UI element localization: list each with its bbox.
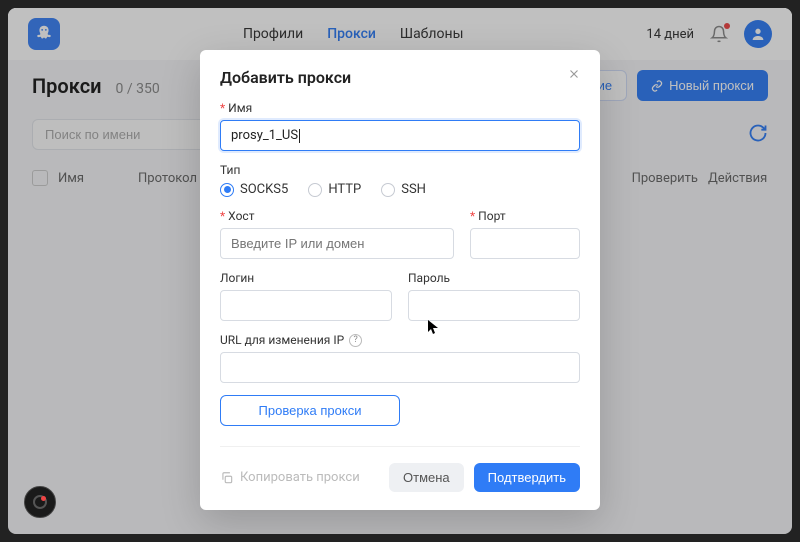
port-input[interactable] [470,228,580,259]
copy-proxy-button: Копировать прокси [220,470,360,485]
confirm-button[interactable]: Подтвердить [474,463,580,492]
host-label: *Хост [220,209,454,223]
login-label: Логин [220,271,392,285]
name-label: *Имя [220,101,580,115]
modal-overlay: Добавить прокси *Имя prosy_1_US Тип SOCK… [8,8,792,534]
password-label: Пароль [408,271,580,285]
type-label: Тип [220,163,580,177]
help-fab[interactable] [24,486,56,518]
close-icon[interactable] [564,64,584,84]
radio-ssh[interactable]: SSH [381,182,426,197]
help-icon[interactable]: ? [349,334,362,347]
radio-http[interactable]: HTTP [308,182,361,197]
check-proxy-button[interactable]: Проверка прокси [220,395,400,426]
cancel-button[interactable]: Отмена [389,463,464,492]
add-proxy-modal: Добавить прокси *Имя prosy_1_US Тип SOCK… [200,50,600,510]
login-input[interactable] [220,290,392,321]
name-input[interactable]: prosy_1_US [220,120,580,151]
password-input[interactable] [408,290,580,321]
url-change-ip-input[interactable] [220,352,580,383]
host-input[interactable] [220,228,454,259]
radio-socks5[interactable]: SOCKS5 [220,182,288,197]
record-icon [33,495,47,509]
copy-icon [220,471,234,485]
port-label: *Порт [470,209,580,223]
url-change-ip-label: URL для изменения IP ? [220,333,580,347]
modal-title: Добавить прокси [220,68,580,87]
